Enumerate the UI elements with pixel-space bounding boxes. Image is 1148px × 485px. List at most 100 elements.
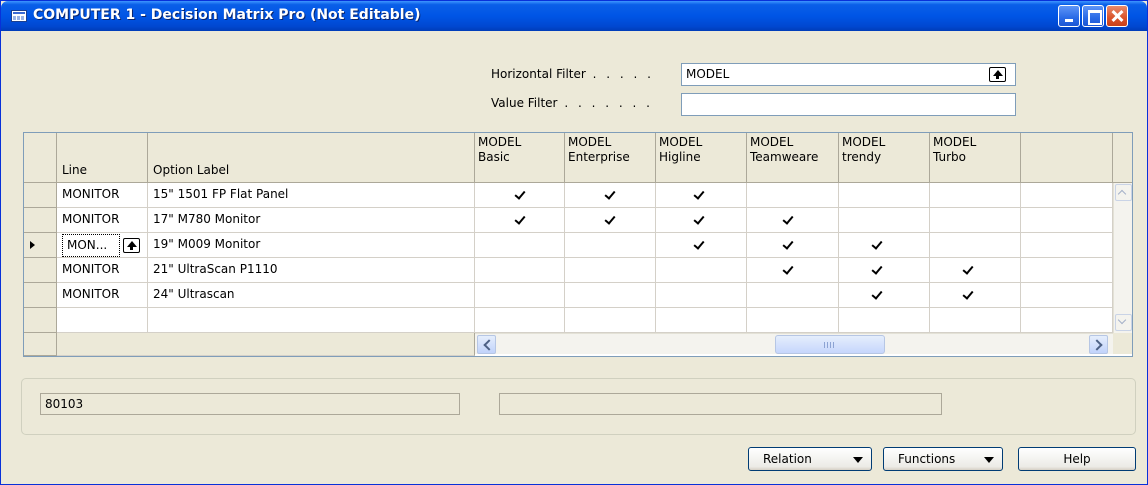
matrix-cell[interactable] [747, 308, 839, 333]
matrix-cell[interactable] [565, 283, 656, 308]
column-header-caption: MODEL [478, 135, 522, 149]
matrix-cell[interactable] [565, 258, 656, 283]
matrix-cell[interactable] [839, 208, 930, 233]
matrix-cell[interactable] [747, 233, 839, 258]
row-selector[interactable] [24, 308, 57, 333]
matrix-cell[interactable] [565, 183, 656, 208]
matrix-cell[interactable] [839, 183, 930, 208]
minimize-button[interactable] [1058, 5, 1080, 27]
column-header-line-text: Line [62, 163, 88, 177]
scroll-down-icon[interactable] [1115, 314, 1132, 331]
scroll-right-icon[interactable] [1089, 335, 1108, 354]
vertical-scrollbar[interactable] [1113, 183, 1132, 333]
matrix-cell[interactable] [839, 233, 930, 258]
help-button[interactable]: Help [1018, 447, 1136, 471]
line-cell[interactable]: MONITOR [57, 208, 148, 233]
relation-button-label: Relation [763, 452, 812, 466]
matrix-grid: Line Option Label MODEL Basic MODEL Ente… [23, 132, 1133, 357]
column-header-model[interactable]: MODEL Basic [475, 133, 565, 183]
matrix-cell[interactable] [1021, 308, 1113, 333]
line-cell[interactable]: MONITOR [57, 283, 148, 308]
matrix-cell[interactable] [930, 208, 1021, 233]
matrix-cell[interactable] [656, 183, 747, 208]
matrix-cell[interactable] [1021, 283, 1113, 308]
info-field-description [499, 393, 942, 415]
title-bar[interactable]: COMPUTER 1 - Decision Matrix Pro (Not Ed… [1, 1, 1147, 31]
matrix-cell[interactable] [839, 308, 930, 333]
matrix-cell[interactable] [656, 283, 747, 308]
row-selector-current[interactable] [24, 233, 57, 258]
line-cell[interactable]: MONITOR [57, 258, 148, 283]
relation-button[interactable]: Relation [748, 447, 872, 471]
scroll-up-icon[interactable] [1115, 184, 1132, 201]
matrix-cell[interactable] [1021, 208, 1113, 233]
matrix-cell[interactable] [656, 308, 747, 333]
column-header-caption: MODEL [750, 135, 794, 149]
matrix-cell[interactable] [930, 308, 1021, 333]
row-selector[interactable] [24, 258, 57, 283]
row-selector-header [24, 133, 57, 183]
matrix-cell[interactable] [565, 308, 656, 333]
window-title: COMPUTER 1 - Decision Matrix Pro (Not Ed… [33, 7, 421, 23]
close-button[interactable] [1106, 5, 1128, 27]
option-label-cell[interactable]: 19" M009 Monitor [148, 233, 475, 258]
maximize-button[interactable] [1082, 5, 1104, 27]
scroll-left-icon[interactable] [477, 335, 496, 354]
option-label-cell[interactable] [148, 308, 475, 333]
matrix-cell[interactable] [475, 258, 565, 283]
column-header-line[interactable]: Line [57, 133, 148, 183]
checkmark-icon [961, 264, 975, 276]
column-header-model[interactable]: MODEL Teamweare [747, 133, 839, 183]
help-button-label: Help [1063, 452, 1091, 466]
matrix-cell[interactable] [475, 283, 565, 308]
matrix-cell[interactable] [747, 183, 839, 208]
matrix-cell[interactable] [1021, 258, 1113, 283]
matrix-cell[interactable] [475, 308, 565, 333]
label-leader-dots: . . . . . [585, 67, 654, 81]
matrix-cell[interactable] [930, 258, 1021, 283]
matrix-cell[interactable] [1021, 233, 1113, 258]
matrix-cell[interactable] [839, 283, 930, 308]
horizontal-scrollbar[interactable] [475, 333, 1113, 354]
line-cell-editor[interactable]: MON... [62, 234, 120, 257]
matrix-cell[interactable] [839, 258, 930, 283]
matrix-cell[interactable] [475, 183, 565, 208]
column-header-model[interactable]: MODEL trendy [839, 133, 930, 183]
functions-button[interactable]: Functions [883, 447, 1003, 471]
matrix-cell[interactable] [930, 233, 1021, 258]
column-header-empty [1021, 133, 1113, 183]
matrix-cell[interactable] [475, 233, 565, 258]
matrix-cell[interactable] [747, 258, 839, 283]
line-cell[interactable]: MONITOR [57, 183, 148, 208]
matrix-cell[interactable] [656, 258, 747, 283]
value-filter-field[interactable] [681, 93, 1016, 116]
option-label-cell[interactable]: 17" M780 Monitor [148, 208, 475, 233]
option-label-cell[interactable]: 21" UltraScan P1110 [148, 258, 475, 283]
matrix-cell[interactable] [747, 283, 839, 308]
lookup-arrow-icon[interactable] [989, 67, 1006, 82]
matrix-cell[interactable] [747, 208, 839, 233]
row-selector[interactable] [24, 208, 57, 233]
matrix-cell[interactable] [1021, 183, 1113, 208]
form-icon [11, 10, 27, 22]
column-header-model[interactable]: MODEL Higline [656, 133, 747, 183]
matrix-cell[interactable] [930, 283, 1021, 308]
matrix-cell[interactable] [565, 208, 656, 233]
matrix-cell[interactable] [656, 233, 747, 258]
checkmark-icon [513, 214, 527, 226]
matrix-cell[interactable] [930, 183, 1021, 208]
matrix-cell[interactable] [565, 233, 656, 258]
option-label-cell[interactable]: 24" Ultrascan [148, 283, 475, 308]
lookup-arrow-icon[interactable] [123, 238, 140, 253]
matrix-cell[interactable] [475, 208, 565, 233]
column-header-model[interactable]: MODEL Enterprise [565, 133, 656, 183]
row-selector[interactable] [24, 283, 57, 308]
column-header-option-label[interactable]: Option Label [148, 133, 475, 183]
line-cell[interactable] [57, 308, 148, 333]
option-label-cell[interactable]: 15" 1501 FP Flat Panel [148, 183, 475, 208]
horizontal-filter-field[interactable]: MODEL [681, 63, 1016, 86]
horizontal-scroll-thumb[interactable] [775, 335, 885, 354]
column-header-model[interactable]: MODEL Turbo [930, 133, 1021, 183]
row-selector[interactable] [24, 183, 57, 208]
matrix-cell[interactable] [656, 208, 747, 233]
